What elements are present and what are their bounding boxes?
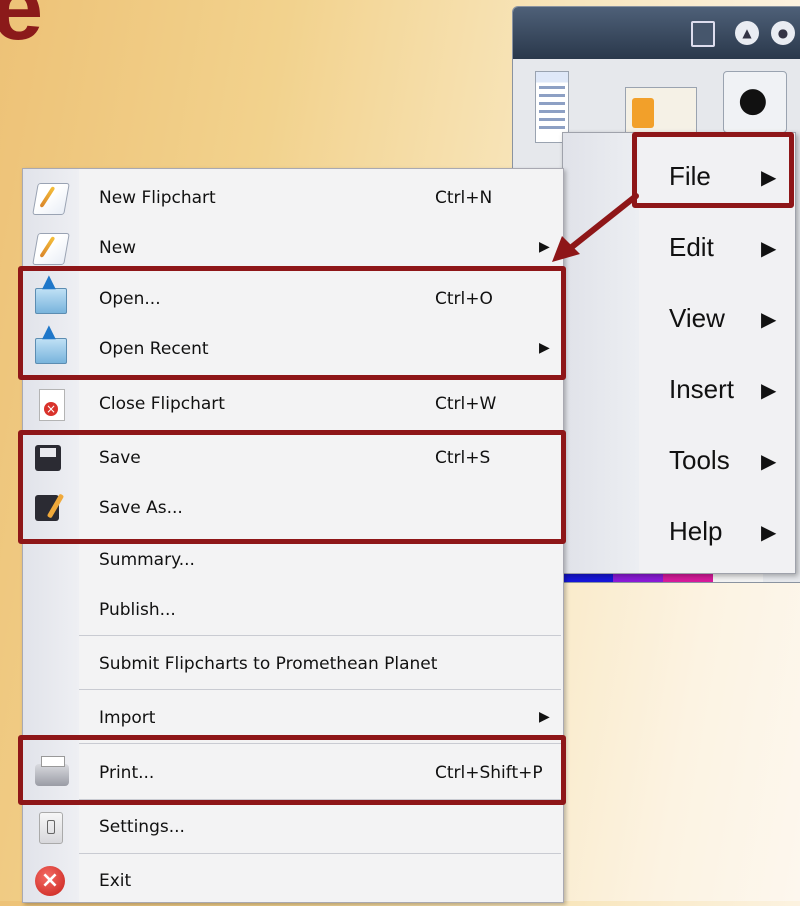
menu-item-label: Save bbox=[99, 448, 141, 468]
menu-item-label: Settings... bbox=[99, 817, 185, 837]
open-folder-icon bbox=[35, 321, 67, 364]
menu-tools[interactable]: Tools ▶ bbox=[639, 423, 795, 493]
flipchart-icon bbox=[32, 183, 70, 215]
printer-icon bbox=[35, 756, 69, 786]
menu-item-label: New bbox=[99, 238, 137, 258]
app-titlebar: ▲ ● bbox=[513, 7, 800, 59]
menu-item-label: Summary... bbox=[99, 550, 195, 570]
menu-view-label: View bbox=[669, 303, 725, 333]
menu-edit[interactable]: Edit ▶ bbox=[639, 210, 795, 280]
menu-item-new[interactable]: New ▶ bbox=[23, 223, 563, 273]
menu-item-new-flipchart[interactable]: New Flipchart Ctrl+N bbox=[23, 173, 563, 223]
menu-item-publish[interactable]: Publish... bbox=[23, 585, 563, 635]
menu-item-open[interactable]: Open... Ctrl+O bbox=[23, 271, 563, 324]
menu-item-label: Print... bbox=[99, 763, 155, 783]
menu-item-label: Open... bbox=[99, 289, 161, 309]
profile-tool-icon[interactable]: ● bbox=[723, 71, 787, 133]
menu-item-label: Close Flipchart bbox=[99, 394, 225, 414]
menu-file[interactable]: File ▶ bbox=[639, 139, 795, 209]
menu-file-label: File bbox=[669, 161, 711, 191]
menu-item-exit[interactable]: Exit bbox=[23, 856, 563, 906]
menu-help[interactable]: Help ▶ bbox=[639, 494, 795, 564]
menu-item-shortcut: Ctrl+Shift+P bbox=[435, 763, 543, 783]
open-folder-icon bbox=[35, 271, 67, 314]
menu-item-close-flipchart[interactable]: Close Flipchart Ctrl+W bbox=[23, 379, 563, 429]
menu-separator bbox=[79, 689, 561, 690]
menu-item-shortcut: Ctrl+W bbox=[435, 394, 497, 414]
menu-item-shortcut: Ctrl+N bbox=[435, 188, 493, 208]
file-menu: New Flipchart Ctrl+N New ▶ Open... Ctrl+… bbox=[22, 168, 564, 903]
menu-item-save[interactable]: Save Ctrl+S bbox=[23, 433, 563, 483]
settings-icon bbox=[39, 812, 63, 844]
menu-item-settings[interactable]: Settings... bbox=[23, 802, 563, 852]
submenu-arrow-icon: ▶ bbox=[539, 340, 550, 356]
exit-icon bbox=[35, 866, 65, 896]
main-menu-gutter bbox=[563, 133, 639, 573]
menu-item-label: Import bbox=[99, 708, 156, 728]
menu-item-label: New Flipchart bbox=[99, 188, 216, 208]
menu-item-open-recent[interactable]: Open Recent ▶ bbox=[23, 321, 563, 374]
menu-separator bbox=[79, 799, 561, 800]
menu-item-label: Save As... bbox=[99, 498, 183, 518]
menu-insert-label: Insert bbox=[669, 374, 735, 404]
submenu-arrow-icon: ▶ bbox=[761, 309, 777, 331]
save-icon bbox=[35, 445, 61, 471]
submenu-arrow-icon: ▶ bbox=[761, 522, 777, 544]
menu-insert[interactable]: Insert ▶ bbox=[639, 352, 795, 422]
menu-item-shortcut: Ctrl+S bbox=[435, 448, 491, 468]
menu-item-import[interactable]: Import ▶ bbox=[23, 693, 563, 743]
menu-tools-label: Tools bbox=[669, 445, 730, 475]
save-as-icon bbox=[35, 495, 59, 521]
slide-title: e bbox=[0, 0, 44, 59]
eject-icon[interactable]: ▲ bbox=[735, 21, 759, 45]
menu-item-shortcut: Ctrl+O bbox=[435, 289, 493, 309]
close-document-icon bbox=[39, 389, 65, 421]
menu-item-submit-flipcharts[interactable]: Submit Flipcharts to Promethean Planet bbox=[23, 639, 563, 689]
menu-item-save-as[interactable]: Save As... bbox=[23, 483, 563, 533]
menu-item-summary[interactable]: Summary... bbox=[23, 535, 563, 585]
submenu-arrow-icon: ▶ bbox=[761, 238, 777, 260]
submenu-arrow-icon: ▶ bbox=[761, 380, 777, 402]
menu-item-label: Exit bbox=[99, 871, 132, 891]
pin-icon[interactable]: ● bbox=[771, 21, 795, 45]
submenu-arrow-icon: ▶ bbox=[761, 451, 777, 473]
submenu-arrow-icon: ▶ bbox=[761, 167, 777, 189]
menu-separator bbox=[79, 853, 561, 854]
menu-item-label: Open Recent bbox=[99, 339, 209, 359]
menu-view[interactable]: View ▶ bbox=[639, 281, 795, 351]
menu-item-label: Submit Flipcharts to Promethean Planet bbox=[99, 654, 438, 674]
menu-item-print[interactable]: Print... Ctrl+Shift+P bbox=[23, 748, 563, 798]
document-icon[interactable] bbox=[691, 21, 715, 47]
submenu-arrow-icon: ▶ bbox=[539, 239, 550, 255]
menu-help-label: Help bbox=[669, 516, 723, 546]
submenu-arrow-icon: ▶ bbox=[539, 709, 550, 725]
menu-edit-label: Edit bbox=[669, 232, 714, 262]
menu-separator bbox=[79, 743, 561, 744]
main-menu: File ▶ Edit ▶ View ▶ Insert ▶ Tools ▶ He… bbox=[562, 132, 796, 574]
flipchart-icon bbox=[32, 233, 70, 265]
menu-separator bbox=[79, 635, 561, 636]
menu-item-label: Publish... bbox=[99, 600, 176, 620]
